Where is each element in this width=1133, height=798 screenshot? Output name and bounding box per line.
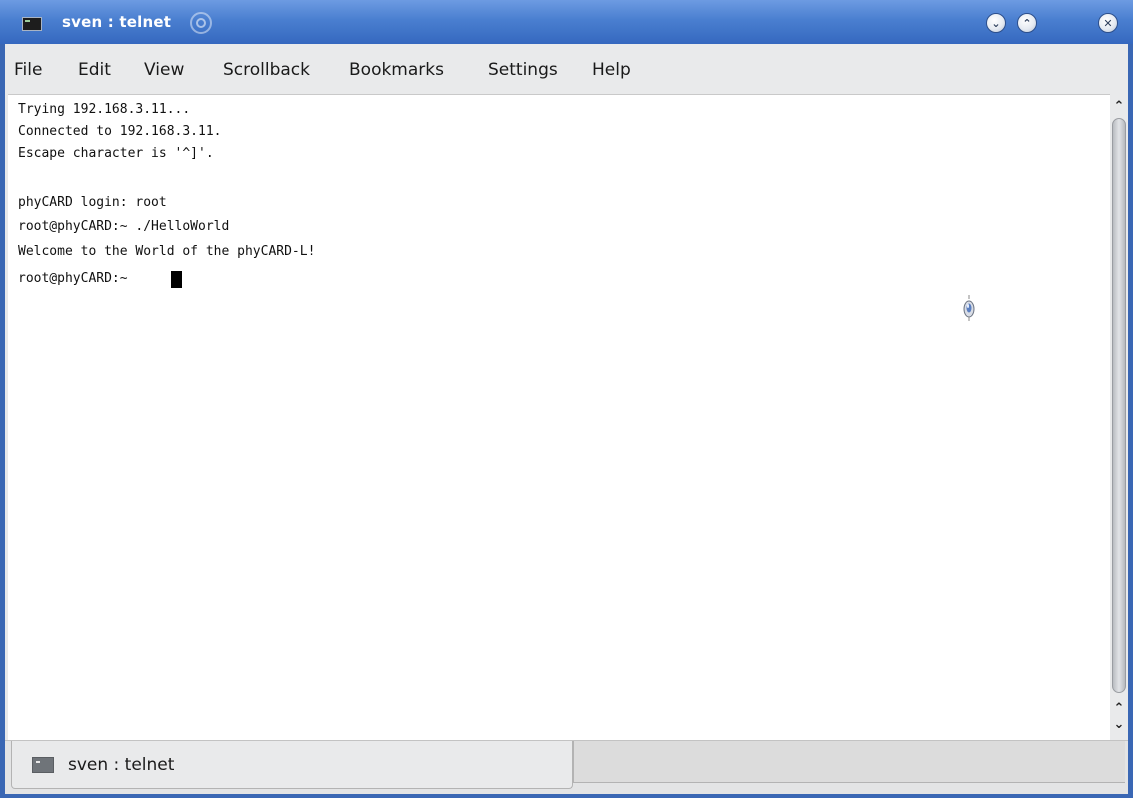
swirl-icon <box>190 12 212 34</box>
tab-bar: sven : telnet <box>5 740 1128 794</box>
terminal-line: root@phyCARD:~ ./HelloWorld <box>18 219 230 234</box>
terminal-line: Trying 192.168.3.11... <box>18 102 191 117</box>
close-button[interactable]: ✕ <box>1098 13 1118 33</box>
chevron-down-icon: ⌄ <box>1113 717 1125 732</box>
menu-view[interactable]: View <box>144 60 184 80</box>
terminal-line: Escape character is '^]'. <box>18 146 214 161</box>
scroll-up-button[interactable]: ⌃ <box>1112 702 1126 716</box>
terminal-output[interactable]: Trying 192.168.3.11... Connected to 192.… <box>8 94 1110 741</box>
scroll-up-button[interactable]: ⌃ <box>1112 100 1126 114</box>
minimize-button[interactable]: ⌄ <box>986 13 1006 33</box>
terminal-line: root@phyCARD:~ <box>18 271 136 286</box>
window-title: sven : telnet <box>62 13 172 31</box>
terminal-window: sven : telnet ⌄ ⌃ ✕ File Edit View Scrol… <box>0 0 1133 798</box>
chevron-up-icon: ⌃ <box>1113 701 1125 716</box>
mouse-pointer-icon <box>963 295 975 321</box>
menu-help[interactable]: Help <box>592 60 631 80</box>
tab-bar-empty-area <box>573 741 1125 783</box>
scroll-down-button[interactable]: ⌄ <box>1112 718 1126 732</box>
tab-sven-telnet[interactable]: sven : telnet <box>11 741 573 789</box>
menu-file[interactable]: File <box>14 60 42 80</box>
terminal-icon[interactable] <box>22 17 42 31</box>
chevron-up-icon: ⌃ <box>1113 99 1125 114</box>
terminal-line: phyCARD login: root <box>18 195 167 210</box>
menu-edit[interactable]: Edit <box>78 60 111 80</box>
terminal-line: Connected to 192.168.3.11. <box>18 124 222 139</box>
scroll-thumb[interactable] <box>1112 118 1126 693</box>
title-bar[interactable]: sven : telnet ⌄ ⌃ ✕ <box>0 0 1133 44</box>
chevron-up-icon: ⌃ <box>1022 16 1032 30</box>
maximize-button[interactable]: ⌃ <box>1017 13 1037 33</box>
terminal-line: Welcome to the World of the phyCARD-L! <box>18 244 316 259</box>
close-icon: ✕ <box>1103 16 1113 30</box>
menu-scrollback[interactable]: Scrollback <box>223 60 310 80</box>
vertical-scrollbar[interactable]: ⌃ ⌃ ⌄ <box>1110 94 1128 740</box>
terminal-icon <box>32 757 54 773</box>
menu-bar: File Edit View Scrollback Bookmarks Sett… <box>5 44 1128 94</box>
text-cursor <box>171 271 182 288</box>
menu-bookmarks[interactable]: Bookmarks <box>349 60 444 80</box>
tab-label: sven : telnet <box>68 755 175 775</box>
chevron-down-icon: ⌄ <box>991 16 1001 30</box>
menu-settings[interactable]: Settings <box>488 60 558 80</box>
